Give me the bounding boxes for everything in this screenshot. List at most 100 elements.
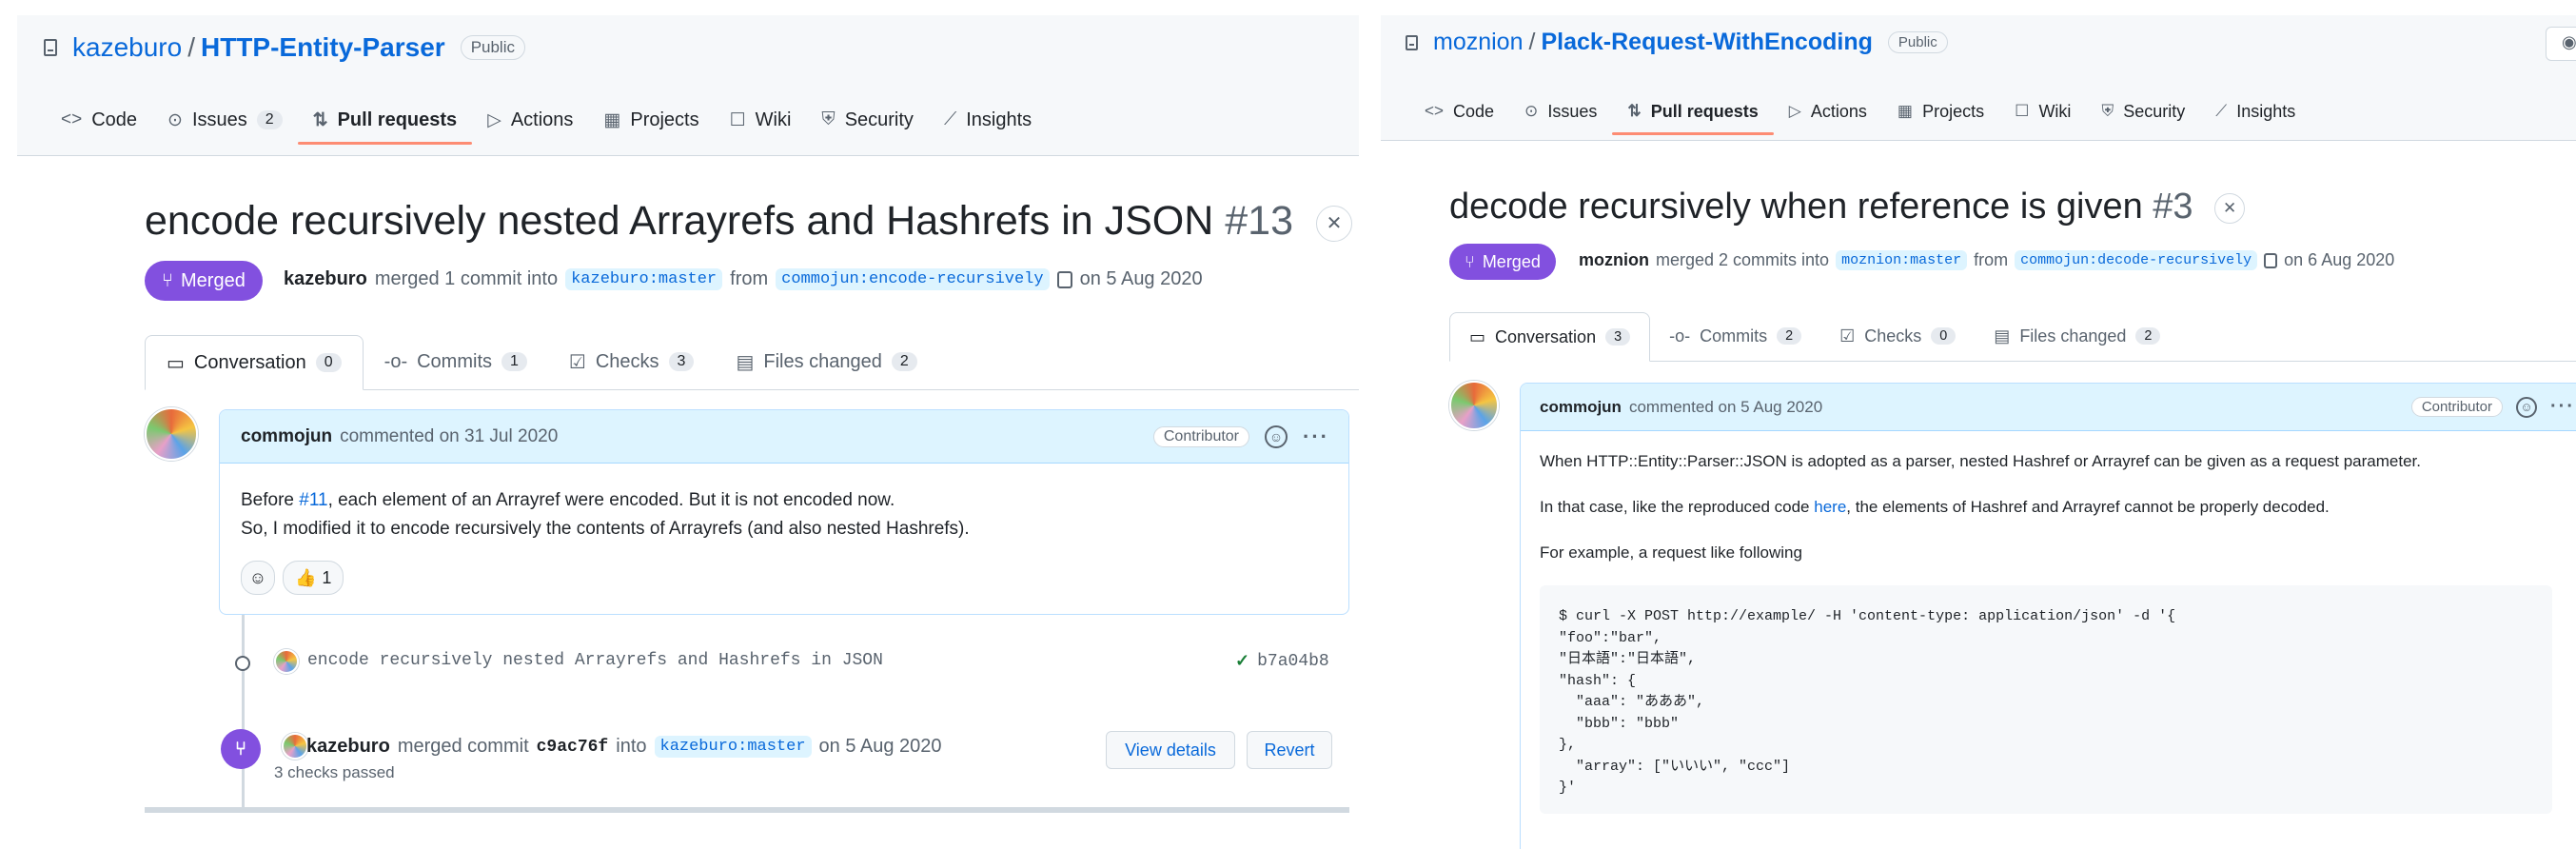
base-branch[interactable]: moznion:master	[1836, 250, 1968, 270]
repo-name-link[interactable]: Plack-Request-WithEncoding	[1541, 29, 1872, 56]
repo-name-link[interactable]: HTTP-Entity-Parser	[201, 32, 445, 63]
comment-author-link[interactable]: commojun	[1540, 398, 1622, 417]
tab-conversation[interactable]: ▭ Conversation 3	[1449, 312, 1651, 362]
add-reaction-icon[interactable]: ☺	[241, 561, 275, 595]
tab-checks[interactable]: ☑ Checks 0	[1820, 311, 1975, 361]
avatar[interactable]	[1449, 381, 1499, 430]
comment-icon: ▭	[1469, 326, 1486, 346]
merge-event-icon: ⑂	[221, 729, 261, 769]
avatar[interactable]	[145, 407, 198, 461]
merge-commit-sha[interactable]: c9ac76f	[537, 738, 609, 757]
nav-issues[interactable]: ⊙ Issues	[1509, 88, 1612, 135]
pr-author-link[interactable]: kazeburo	[284, 268, 367, 290]
eye-icon: ◉	[2562, 32, 2576, 51]
nav-actions[interactable]: ▷ Actions	[472, 95, 588, 145]
issue-icon: ⊙	[1524, 102, 1539, 120]
comment-author-link[interactable]: commojun	[241, 426, 332, 447]
smiley-icon[interactable]: ☺	[2516, 396, 2538, 418]
issues-counter: 2	[256, 110, 283, 129]
repo-icon	[44, 39, 57, 56]
pr-number: #13	[1225, 198, 1293, 244]
nav-issues[interactable]: ⊙ Issues 2	[152, 95, 298, 145]
tab-files-changed[interactable]: ▤ Files changed 2	[1975, 311, 2179, 361]
comment-timestamp[interactable]: commented on 31 Jul 2020	[340, 426, 558, 447]
watch-button[interactable]: ◉	[2546, 27, 2576, 61]
repo-title: moznion / Plack-Request-WithEncoding Pub…	[1406, 29, 1948, 56]
pr-meta: moznion merged 2 commits into moznion:ma…	[1579, 250, 2395, 270]
nav-wiki[interactable]: ☐ Wiki	[1999, 88, 2086, 135]
code-icon: <>	[61, 109, 83, 129]
merged-status-badge: ⑂ Merged	[1449, 244, 1556, 280]
nav-wiki[interactable]: ☐ Wiki	[715, 95, 807, 145]
thumbs-up-reaction[interactable]: 👍 1	[283, 561, 344, 595]
base-branch[interactable]: kazeburo:master	[565, 268, 723, 290]
commit-icon: -o-	[383, 350, 408, 372]
tab-checks[interactable]: ☑ Checks 3	[548, 334, 716, 389]
kebab-menu-icon[interactable]: ···	[1303, 424, 1329, 449]
merger-avatar[interactable]	[282, 733, 308, 760]
copy-icon[interactable]	[2264, 252, 2278, 268]
merge-base-branch[interactable]: kazeburo:master	[654, 736, 812, 758]
pin-icon[interactable]: ✕	[2214, 192, 2246, 224]
kebab-menu-icon[interactable]: ···	[2550, 396, 2575, 418]
nav-security[interactable]: ⛨ Security	[2086, 88, 2200, 135]
head-branch[interactable]: commojun:encode-recursively	[776, 268, 1050, 290]
table-icon: ▦	[603, 109, 621, 130]
issue-link[interactable]: #11	[299, 490, 327, 510]
repo-nav: <> Code ⊙ Issues 2 ⇅ Pull requests ▷ Actions …	[46, 95, 1047, 145]
nav-code[interactable]: <> Code	[1409, 88, 1509, 135]
visibility-badge: Public	[1887, 31, 1948, 53]
shield-icon: ⛨	[821, 109, 836, 129]
here-link[interactable]: here	[1814, 498, 1846, 516]
timeline-line	[242, 615, 245, 809]
checks-summary[interactable]: 3 checks passed	[274, 763, 395, 782]
comment-icon: ▭	[167, 352, 185, 374]
merger-link[interactable]: kazeburo	[306, 736, 390, 758]
nav-actions[interactable]: ▷ Actions	[1774, 88, 1882, 135]
tab-conversation[interactable]: ▭ Conversation 0	[145, 335, 364, 390]
nav-projects[interactable]: ▦ Projects	[588, 95, 714, 145]
nav-projects[interactable]: ▦ Projects	[1882, 88, 1999, 135]
repo-nav: <> Code ⊙ Issues ⇅ Pull requests ▷ Actions ▦…	[1409, 88, 2311, 135]
comment-timestamp[interactable]: commented on 5 Aug 2020	[1629, 398, 1822, 417]
book-icon: ☐	[729, 109, 746, 130]
nav-code[interactable]: <> Code	[46, 95, 152, 145]
comment-header: commojun commented on 5 Aug 2020 Contrib…	[1521, 384, 2576, 431]
commit-avatar[interactable]	[274, 649, 299, 674]
repo-owner-link[interactable]: moznion	[1433, 29, 1524, 56]
tab-commits[interactable]: -o- Commits 2	[1650, 311, 1820, 361]
repo-owner-link[interactable]: kazeburo	[72, 32, 182, 63]
file-diff-icon: ▤	[736, 351, 755, 373]
copy-icon[interactable]	[1056, 270, 1072, 288]
pr-author-link[interactable]: moznion	[1579, 250, 1649, 270]
graph-icon: ⟋	[943, 109, 957, 129]
view-details-button[interactable]: View details	[1106, 731, 1235, 769]
page-title: encode recursively nested Arrayrefs and …	[145, 198, 1352, 245]
checklist-icon: ☑	[1839, 326, 1856, 346]
pull-request-icon: ⇅	[1627, 102, 1642, 120]
commit-status: ✓ b7a04b8	[1235, 651, 1329, 671]
nav-security[interactable]: ⛨ Security	[806, 95, 929, 145]
repo-header: kazeburo / HTTP-Entity-Parser Public <> C…	[17, 15, 1359, 156]
pin-icon[interactable]: ✕	[1315, 205, 1352, 242]
code-block: $ curl -X POST http://example/ -H 'conte…	[1540, 585, 2552, 814]
commit-message-link[interactable]: encode recursively nested Arrayrefs and …	[307, 651, 883, 670]
head-branch[interactable]: commojun:decode-recursively	[2015, 250, 2258, 270]
commit-sha-link[interactable]: b7a04b8	[1257, 652, 1329, 671]
nav-pull-requests[interactable]: ⇅ Pull requests	[297, 95, 473, 145]
nav-insights[interactable]: ⟋ Insights	[929, 95, 1047, 145]
pr-tabs: ▭ Conversation 0 -o- Commits 1 ☑ Checks 3 ▤ Fil…	[145, 335, 1359, 390]
book-icon: ☐	[2015, 102, 2030, 120]
merge-icon: ⑂	[1465, 251, 1475, 271]
nav-pull-requests[interactable]: ⇅ Pull requests	[1612, 88, 1775, 135]
pr-tabs: ▭ Conversation 3 -o- Commits 2 ☑ Checks 0 ▤ Fil…	[1449, 312, 2576, 362]
tab-commits[interactable]: -o- Commits 1	[364, 334, 548, 389]
nav-insights[interactable]: ⟋ Insights	[2200, 88, 2311, 135]
git-commit-icon	[235, 656, 250, 671]
tab-files-changed[interactable]: ▤ Files changed 2	[715, 334, 937, 389]
left-pr-page: kazeburo / HTTP-Entity-Parser Public <> C…	[17, 0, 1359, 849]
comment-body: Before #11, each element of an Arrayref …	[241, 490, 970, 539]
smiley-icon[interactable]: ☺	[1265, 424, 1288, 448]
repo-title: kazeburo / HTTP-Entity-Parser Public	[44, 32, 525, 63]
revert-button[interactable]: Revert	[1247, 731, 1332, 769]
